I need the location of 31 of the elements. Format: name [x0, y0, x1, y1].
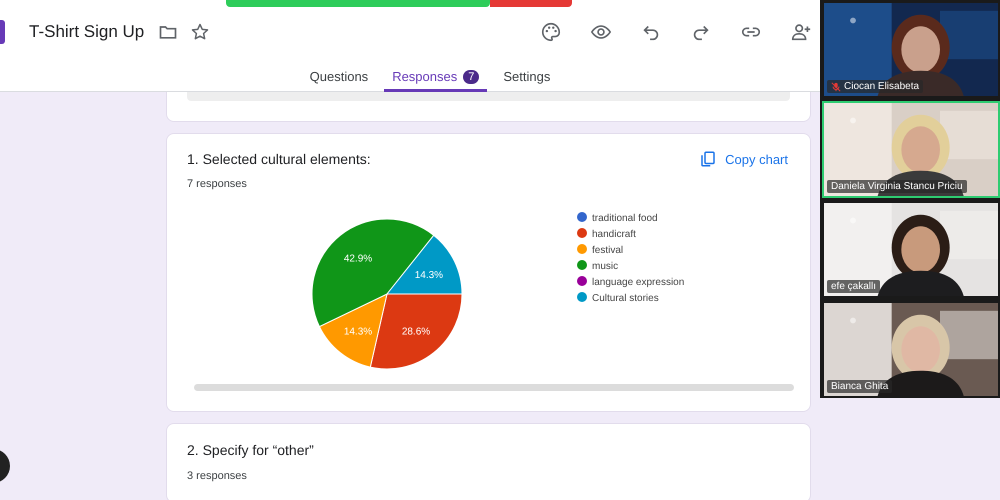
slice-label: 42.9% — [344, 254, 372, 265]
copy-icon — [699, 150, 718, 168]
video-tile[interactable]: Bianca Ghita — [822, 301, 1000, 398]
legend-label: handicraft — [592, 229, 636, 240]
video-tile[interactable]: Ciocan Elisabeta — [822, 1, 1000, 98]
legend-label: traditional food — [592, 213, 658, 224]
question-title: 1. Selected cultural elements: — [187, 151, 371, 167]
count-badge: 7 — [463, 70, 480, 84]
response-count: 7 responses — [187, 178, 248, 190]
legend-label: language expression — [592, 277, 684, 288]
participant-name: Bianca Ghita — [827, 380, 892, 393]
slice-label: 14.3% — [414, 270, 444, 281]
video-tile[interactable]: Daniela Virginia Stancu Priciu — [822, 101, 1000, 198]
legend-label: Cultural stories — [592, 293, 659, 304]
question-title: 2. Specify for “other” — [187, 442, 315, 458]
participant-name: efe çakallı — [827, 280, 880, 293]
form-icon — [0, 20, 5, 44]
video-tile[interactable]: efe çakallı — [822, 201, 1000, 298]
response-count: 3 responses — [187, 470, 248, 482]
slice-label: 28.6% — [402, 326, 430, 338]
palette-icon[interactable] — [540, 21, 562, 43]
legend-label: music — [592, 261, 618, 272]
tab[interactable]: Settings — [495, 64, 558, 92]
slice-label: 14.3% — [344, 326, 372, 338]
tab[interactable]: Questions — [302, 64, 376, 92]
legend-label: festival — [592, 245, 624, 256]
form-title[interactable]: T-Shirt Sign Up — [29, 22, 144, 42]
copy-chart-button[interactable]: Copy chart — [697, 150, 790, 168]
participant-name: Ciocan Elisabeta — [827, 80, 924, 93]
participant-name: Daniela Virginia Stancu Priciu — [827, 180, 967, 193]
star-icon[interactable] — [190, 22, 210, 42]
